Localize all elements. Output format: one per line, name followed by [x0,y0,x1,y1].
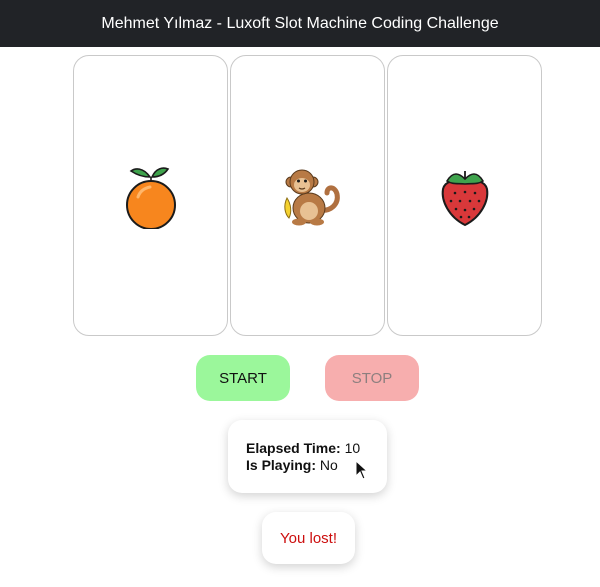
stop-button[interactable]: STOP [325,355,419,401]
strawberry-icon [441,170,488,226]
elapsed-time-value: 10 [344,440,361,456]
elapsed-time-label: Elapsed Time: [246,440,341,456]
result-text: You lost! [280,529,337,547]
reel-2 [230,55,385,336]
orange-icon [125,166,176,229]
slot-reels [73,55,543,336]
status-panel: Elapsed Time: 10 Is Playing: No [228,420,387,493]
app-title: Mehmet Yılmaz - Luxoft Slot Machine Codi… [101,14,499,32]
start-button[interactable]: START [196,355,290,401]
mouse-cursor-icon [355,460,369,480]
monkey-icon [283,169,340,225]
is-playing-value: No [319,457,338,473]
reel-1 [73,55,228,336]
is-playing-label: Is Playing: [246,457,317,473]
result-message: You lost! [262,512,355,564]
app-header: Mehmet Yılmaz - Luxoft Slot Machine Codi… [0,0,600,47]
reel-3 [387,55,542,336]
elapsed-time-row: Elapsed Time: 10 [246,440,387,457]
